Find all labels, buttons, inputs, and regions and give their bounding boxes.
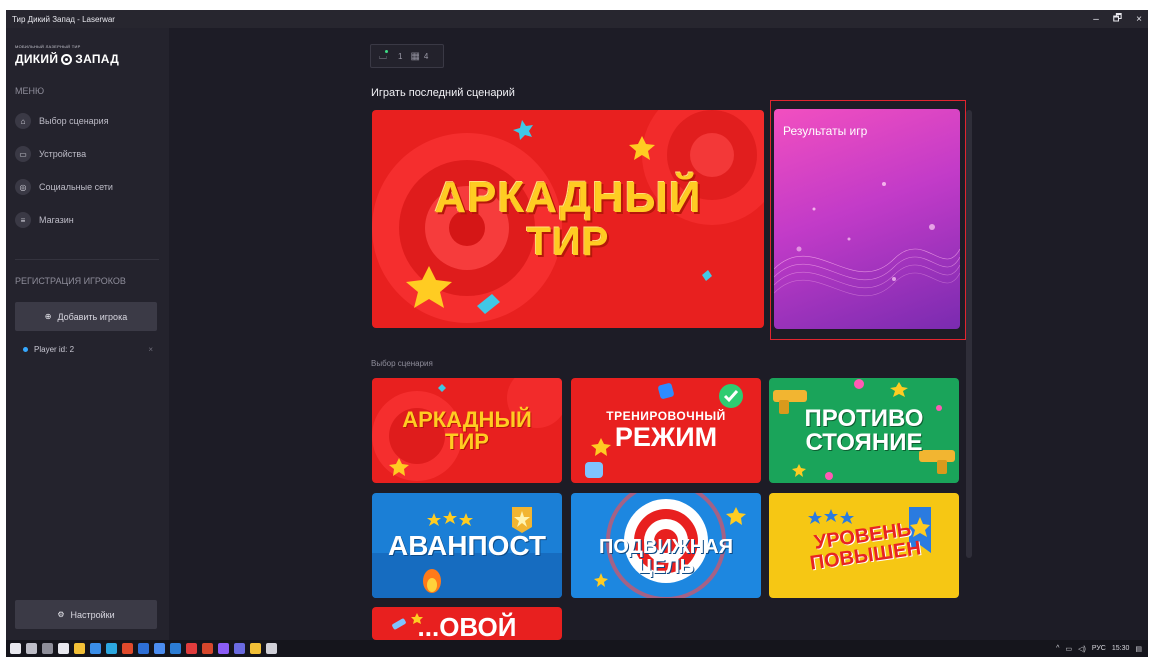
connection-status: ⌴ 1 ▦ 4 — [370, 44, 444, 68]
laserwar-app-icon[interactable] — [266, 643, 277, 654]
settings-label: Настройки — [70, 609, 115, 620]
tile-title-line2: ТИР — [445, 428, 489, 454]
sidebar-divider — [15, 259, 159, 260]
app-icon[interactable] — [154, 643, 165, 654]
home-icon: ⌂ — [15, 113, 31, 129]
browser-icon[interactable] — [90, 643, 101, 654]
add-player-button[interactable]: ⊕ Добавить игрока — [15, 302, 157, 331]
last-scenario-card[interactable]: АРКАДНЫЙ ТИР — [372, 110, 764, 328]
remove-player-icon[interactable]: × — [148, 345, 153, 354]
scenario-tile-confrontation[interactable]: ПРОТИВО СТОЯНИЕ — [769, 378, 959, 483]
tile-title-line1: ПОДВИЖНАЯ — [598, 535, 734, 558]
sidebar-item-label: Магазин — [39, 215, 74, 225]
sidebar-item-scenario[interactable]: ⌂ Выбор сценария — [15, 112, 109, 130]
target-device-icon: ▦ — [410, 50, 420, 62]
logo: ДИКИЙ ЗАПАД — [15, 52, 119, 66]
logo-tagline: МОБИЛЬНЫЙ ЛАЗЕРНЫЙ ТИР — [15, 44, 81, 49]
online-indicator — [385, 49, 388, 53]
gear-icon: ⚙ — [57, 610, 65, 619]
sidebar-item-store[interactable]: ≡ Магазин — [15, 211, 74, 229]
sidebar-item-label: Выбор сценария — [39, 116, 109, 126]
sidebar-item-label: Устройства — [39, 149, 87, 159]
title-bar: Тир Дикий Запад - Laserwar – 🗗 × — [6, 10, 1148, 28]
add-player-label: Добавить игрока — [57, 311, 128, 322]
scenario-tile-outpost[interactable]: АВАНПОСТ — [372, 493, 562, 598]
edge-icon[interactable] — [106, 643, 117, 654]
devices-icon: ▭ — [15, 146, 31, 162]
settings-button[interactable]: ⚙ Настройки — [15, 600, 157, 629]
app-icon[interactable] — [186, 643, 197, 654]
devices-count: 4 — [423, 51, 429, 61]
logo-target-icon — [61, 53, 73, 65]
tile-title-line1: ТРЕНИРОВОЧНЫЙ — [606, 409, 726, 423]
scenario-section-heading: Выбор сценария — [371, 359, 433, 368]
scenario-tile-level-up[interactable]: УРОВЕНЬ ПОВЫШЕН — [769, 493, 959, 598]
search-icon[interactable] — [26, 643, 37, 654]
menu-heading: МЕНЮ — [15, 86, 45, 96]
tile-title-line1: ...ОВОЙ — [417, 612, 517, 640]
minimize-button[interactable]: – — [1093, 14, 1099, 25]
os-taskbar: ^ ▭ ◁) РУС 15:30 ▤ — [6, 640, 1148, 657]
scenario-tile-moving-target[interactable]: ПОДВИЖНАЯ ЦЕЛЬ — [571, 493, 761, 598]
scenario-tile-training[interactable]: ТРЕНИРОВОЧНЫЙ РЕЖИМ — [571, 378, 761, 483]
game-results-card[interactable]: Результаты игр — [774, 109, 960, 329]
app-icon[interactable] — [234, 643, 245, 654]
sidebar-item-label: Социальные сети — [39, 182, 113, 192]
hero-title-line2: ТИР — [526, 220, 610, 264]
language-indicator[interactable]: РУС — [1092, 645, 1106, 652]
word-icon[interactable] — [170, 643, 181, 654]
sidebar-item-devices[interactable]: ▭ Устройства — [15, 145, 86, 163]
store-icon[interactable] — [58, 643, 69, 654]
network-icon[interactable]: ▭ — [1065, 645, 1072, 653]
task-view-icon[interactable] — [42, 643, 53, 654]
sidebar-item-social[interactable]: ◎ Социальные сети — [15, 178, 113, 196]
logo-word-left: ДИКИЙ — [15, 52, 59, 66]
chrome-icon[interactable] — [122, 643, 133, 654]
window-title: Тир Дикий Запад - Laserwar — [12, 14, 115, 24]
scenario-tile-partial[interactable]: ...ОВОЙ — [372, 607, 562, 640]
registration-heading: РЕГИСТРАЦИЯ ИГРОКОВ — [15, 276, 126, 286]
close-button[interactable]: × — [1136, 14, 1142, 25]
scrollbar[interactable] — [966, 110, 972, 558]
globe-icon: ◎ — [15, 179, 31, 195]
app-icon[interactable] — [138, 643, 149, 654]
players-count: 1 — [398, 51, 403, 61]
tile-title-line1: ПРОТИВО — [804, 404, 924, 432]
plus-icon: ⊕ — [44, 312, 52, 321]
tile-title-line2: СТОЯНИЕ — [805, 428, 923, 456]
player-list-item[interactable]: Player id: 2 × — [23, 342, 153, 356]
clock[interactable]: 15:30 — [1112, 645, 1130, 652]
app-window: Тир Дикий Запад - Laserwar – 🗗 × МОБИЛЬН… — [6, 10, 1148, 657]
results-background-art — [774, 182, 960, 297]
player-label: Player id: 2 — [34, 344, 75, 354]
player-status-dot — [23, 346, 28, 352]
volume-icon[interactable]: ◁) — [1078, 645, 1086, 653]
scenario-tile-arcade[interactable]: АРКАДНЫЙ ТИР — [372, 378, 562, 483]
app-icon[interactable] — [250, 643, 261, 654]
tile-title-line2: ЦЕЛЬ — [637, 555, 695, 578]
tile-title-line1: АВАНПОСТ — [387, 529, 547, 561]
app-icon[interactable] — [218, 643, 229, 654]
notifications-icon[interactable]: ▤ — [1135, 645, 1142, 653]
powerpoint-icon[interactable] — [202, 643, 213, 654]
windows-start-icon[interactable] — [10, 643, 21, 654]
sidebar: МОБИЛЬНЫЙ ЛАЗЕРНЫЙ ТИР ДИКИЙ ЗАПАД МЕНЮ … — [6, 28, 169, 640]
hero-title-line1: АРКАДНЫЙ — [434, 173, 702, 222]
tray-chevron-icon[interactable]: ^ — [1056, 645, 1059, 652]
logo-word-right: ЗАПАД — [75, 52, 120, 66]
results-label: Результаты игр — [783, 124, 868, 138]
tile-title-line1: АРКАДНЫЙ — [402, 406, 532, 432]
tile-title-line2: РЕЖИМ — [614, 422, 718, 452]
store-icon: ≡ — [15, 212, 31, 228]
folder-icon[interactable] — [74, 643, 85, 654]
restore-button[interactable]: 🗗 — [1113, 11, 1122, 28]
last-scenario-heading: Играть последний сценарий — [371, 87, 515, 99]
